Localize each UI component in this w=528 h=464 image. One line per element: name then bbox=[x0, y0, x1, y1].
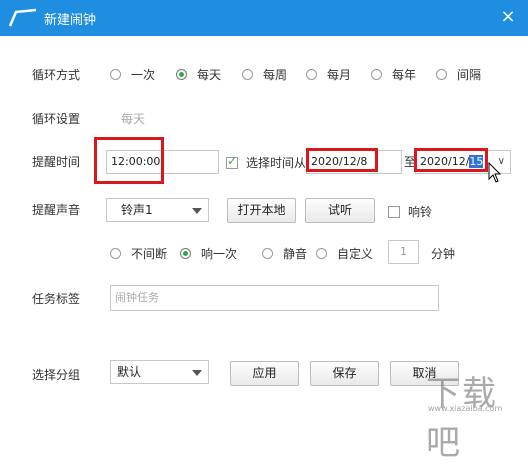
repeat-option-monthly[interactable]: 每月 bbox=[306, 66, 351, 83]
repeat-option-weekly[interactable]: 每周 bbox=[242, 66, 287, 83]
from-date-input[interactable]: 2020/12/8 bbox=[306, 150, 402, 174]
task-label: 任务标签 bbox=[32, 292, 81, 306]
play-option-once[interactable]: 响一次 bbox=[180, 245, 237, 262]
ring-checkbox[interactable]: 响铃 bbox=[388, 203, 432, 220]
radio-icon bbox=[306, 69, 317, 80]
ringtone-select[interactable]: 铃声1 bbox=[106, 198, 209, 222]
select-range-checkbox[interactable]: 选择时间从 bbox=[226, 154, 306, 171]
play-option-continuous[interactable]: 不间断 bbox=[110, 245, 167, 262]
repeat-option-once[interactable]: 一次 bbox=[110, 66, 155, 83]
reminder-time-label: 提醒时间 bbox=[32, 155, 81, 169]
dropdown-arrow-icon bbox=[192, 370, 202, 376]
watermark-logo-text: 下载吧 bbox=[426, 374, 498, 463]
radio-icon bbox=[436, 69, 447, 80]
group-select[interactable]: 默认 bbox=[110, 360, 209, 384]
radio-icon bbox=[316, 248, 327, 259]
app-logo-icon bbox=[8, 8, 37, 27]
open-local-button[interactable]: 打开本地 bbox=[227, 198, 296, 223]
checkbox-checked-icon bbox=[226, 154, 238, 169]
repeat-setting-value: 每天 bbox=[121, 112, 146, 126]
repeat-option-daily[interactable]: 每天 bbox=[176, 66, 221, 83]
time-input[interactable]: 12:00:00 bbox=[106, 150, 219, 174]
listen-button[interactable]: 试听 bbox=[305, 198, 375, 223]
play-option-custom[interactable]: 自定义 bbox=[316, 245, 373, 262]
mouse-cursor-icon bbox=[488, 162, 502, 183]
watermark-url: www.xiazaiba.com bbox=[428, 404, 503, 413]
checkbox-icon bbox=[388, 205, 400, 218]
dropdown-arrow-icon bbox=[192, 208, 202, 214]
save-button[interactable]: 保存 bbox=[310, 361, 379, 386]
repeat-option-yearly[interactable]: 每年 bbox=[371, 66, 416, 83]
play-option-mute[interactable]: 静音 bbox=[262, 245, 307, 262]
radio-icon bbox=[371, 69, 382, 80]
radio-icon bbox=[110, 248, 121, 259]
task-input[interactable]: 闹钟任务 bbox=[110, 285, 439, 311]
radio-icon bbox=[262, 248, 273, 259]
repeat-setting-label: 循环设置 bbox=[32, 112, 81, 126]
radio-selected-icon bbox=[180, 248, 191, 259]
custom-minutes-input[interactable]: 1 bbox=[388, 240, 419, 264]
sound-label: 提醒声音 bbox=[32, 203, 81, 217]
repeat-option-interval[interactable]: 间隔 bbox=[436, 66, 481, 83]
watermark: 下载吧 www.xiazaiba.com bbox=[406, 366, 524, 463]
group-label: 选择分组 bbox=[32, 368, 81, 382]
close-icon[interactable]: × bbox=[500, 6, 516, 28]
radio-selected-icon bbox=[176, 69, 187, 80]
window-title: 新建闹钟 bbox=[44, 13, 97, 28]
apply-button[interactable]: 应用 bbox=[230, 361, 299, 386]
title-bar: 新建闹钟 × bbox=[0, 0, 528, 36]
minutes-unit-label: 分钟 bbox=[431, 247, 456, 261]
radio-icon bbox=[242, 69, 253, 80]
radio-icon bbox=[110, 69, 121, 80]
to-date-day-selected: 15 bbox=[469, 155, 484, 168]
repeat-label: 循环方式 bbox=[32, 68, 81, 82]
